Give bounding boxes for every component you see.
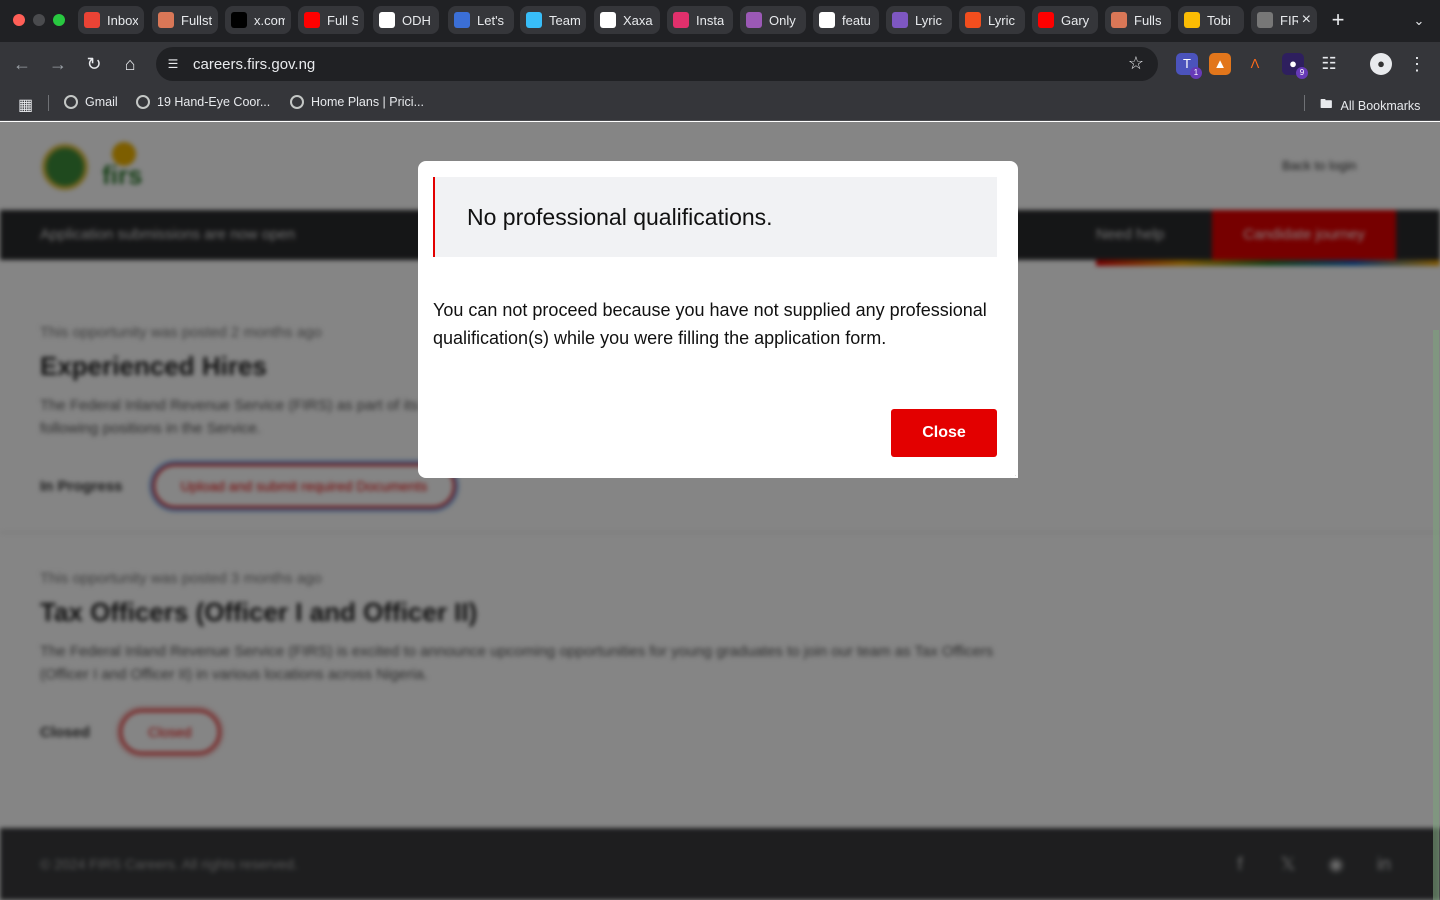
browser-tab[interactable]: featu [813,6,879,34]
browser-tab[interactable]: Team [520,6,586,34]
dialog-title: No professional qualifications. [467,204,773,230]
github-icon [819,12,835,28]
extension-badge: 9 [1296,67,1308,79]
browser-tab[interactable]: Full Stack [298,6,364,34]
youtube-icon [304,12,320,28]
forward-arrow-icon[interactable]: → [45,51,71,77]
browser-tab[interactable]: x.com [225,6,291,34]
tab-label: Insta [696,12,725,28]
bookmark-label: Home Plans | Prici... [311,95,425,109]
youtube-icon [1038,12,1054,28]
browser-tab[interactable]: Gary [1032,6,1098,34]
x-icon [231,12,247,28]
bookmark-gmail[interactable]: Gmail [64,95,118,109]
browser-tab[interactable]: Xaxa [594,6,660,34]
claude-icon [1111,12,1127,28]
new-tab-button[interactable]: + [1324,6,1352,34]
tab-label: Inbox [107,12,138,28]
reload-icon[interactable]: ↻ [81,51,107,77]
resize-handle-icon[interactable] [1011,471,1018,478]
bookmarks-divider [48,95,49,111]
error-dialog: No professional qualifications. You can … [418,161,1018,478]
bookmark-hand-eye[interactable]: 19 Hand-Eye Coor... [136,95,270,109]
globe-icon [290,95,304,109]
tab-label: Let's [477,12,505,28]
browser-tab[interactable]: ODH [373,6,439,34]
tab-label: x.com [254,12,285,28]
dialog-message: You can not proceed because you have not… [433,300,987,348]
bookmark-label: 19 Hand-Eye Coor... [157,95,271,109]
all-bookmarks[interactable]: 🖿 All Bookmarks [1320,95,1420,116]
tab-label: ODH [402,12,431,28]
window-close-button[interactable] [13,14,25,26]
folder-icon: 🖿 [1320,97,1333,111]
purple-extension-icon[interactable]: ● 9 [1282,53,1308,79]
bookmark-home-plans[interactable]: Home Plans | Prici... [290,95,424,109]
teams-extension-icon[interactable]: T1 [1176,53,1202,79]
tab-label: Tobi [1207,12,1231,28]
tab-label: Fullstack [181,12,212,28]
bookmarks-divider [1304,95,1305,111]
browser-tab[interactable]: Let's [448,6,514,34]
tab-label: FIRS [1280,12,1298,28]
metamask-extension-icon[interactable]: ▲ [1209,53,1231,75]
figma-icon [965,12,981,28]
lyric-icon [892,12,908,28]
tab-label: Lyric [915,12,942,28]
tab-label: featu [842,12,871,28]
tab-label: Fulls [1134,12,1162,28]
browser-tab[interactable]: Only [740,6,806,34]
back-arrow-icon[interactable]: ← [9,51,35,77]
tailwind-icon [526,12,542,28]
browser-tab[interactable]: FIRS× [1251,6,1317,34]
browser-tab[interactable]: Tobi [1178,6,1244,34]
bookmark-star-icon[interactable]: ☆ [1128,53,1144,74]
address-url[interactable]: careers.firs.gov.ng [193,56,315,73]
browser-tab-bar: Inbox Fullstack x.com Full Stack ODH Let's Tea… [0,0,1440,42]
browser-tab[interactable]: Inbox [78,6,144,34]
openai-icon [379,12,395,28]
window-minimize-button[interactable] [33,14,45,26]
browser-tab[interactable]: Fullstack [152,6,218,34]
globe-icon [136,95,150,109]
home-icon[interactable]: ⌂ [117,51,143,77]
browser-tab[interactable]: Lyric [886,6,952,34]
site-info-icon[interactable]: ☰ [165,56,181,72]
browser-menu-icon[interactable]: ⋮ [1406,53,1428,75]
tab-search-chevron-icon[interactable]: ⌄ [1408,10,1430,32]
claude-icon [158,12,174,28]
all-bookmarks-label: All Bookmarks [1340,98,1421,113]
bookmarks-bar: ▦ Gmail 19 Hand-Eye Coor... Home Plans |… [0,86,1440,121]
github-icon [600,12,616,28]
firs-icon [1257,12,1273,28]
bookmark-label: Gmail [85,95,118,109]
onlyfans-icon [746,12,762,28]
tab-label: Only [769,12,796,28]
avatar-icon [454,12,470,28]
dialog-header: No professional qualifications. [433,177,997,257]
page-scrollbar[interactable] [1433,330,1439,900]
profile-avatar[interactable]: ● [1370,53,1392,75]
apps-grid-icon[interactable]: ▦ [18,95,33,115]
address-bar[interactable]: ☰ careers.firs.gov.ng ☆ [156,47,1158,81]
tab-label: Gary [1061,12,1090,28]
photos-icon [1184,12,1200,28]
tab-label: Team [549,12,580,28]
extension-badge: 1 [1190,67,1202,79]
browser-tab[interactable]: Lyric [959,6,1025,34]
window-maximize-button[interactable] [53,14,65,26]
instagram-icon [673,12,689,28]
extensions-puzzle-icon[interactable]: ☷ [1318,53,1340,75]
close-tab-icon[interactable]: × [1298,11,1311,29]
globe-icon [64,95,78,109]
brave-extension-icon[interactable]: Λ [1244,53,1266,75]
close-button[interactable]: Close [891,409,997,457]
browser-tab[interactable]: Fulls [1105,6,1171,34]
browser-toolbar: ← → ↻ ⌂ ☰ careers.firs.gov.ng ☆ T1 ▲ Λ ●… [0,42,1440,86]
tab-label: Full Stack [327,12,358,28]
tab-label: Lyric [988,12,1015,28]
gmail-icon [84,12,100,28]
tab-label: Xaxa [623,12,653,28]
browser-tab[interactable]: Insta [667,6,733,34]
